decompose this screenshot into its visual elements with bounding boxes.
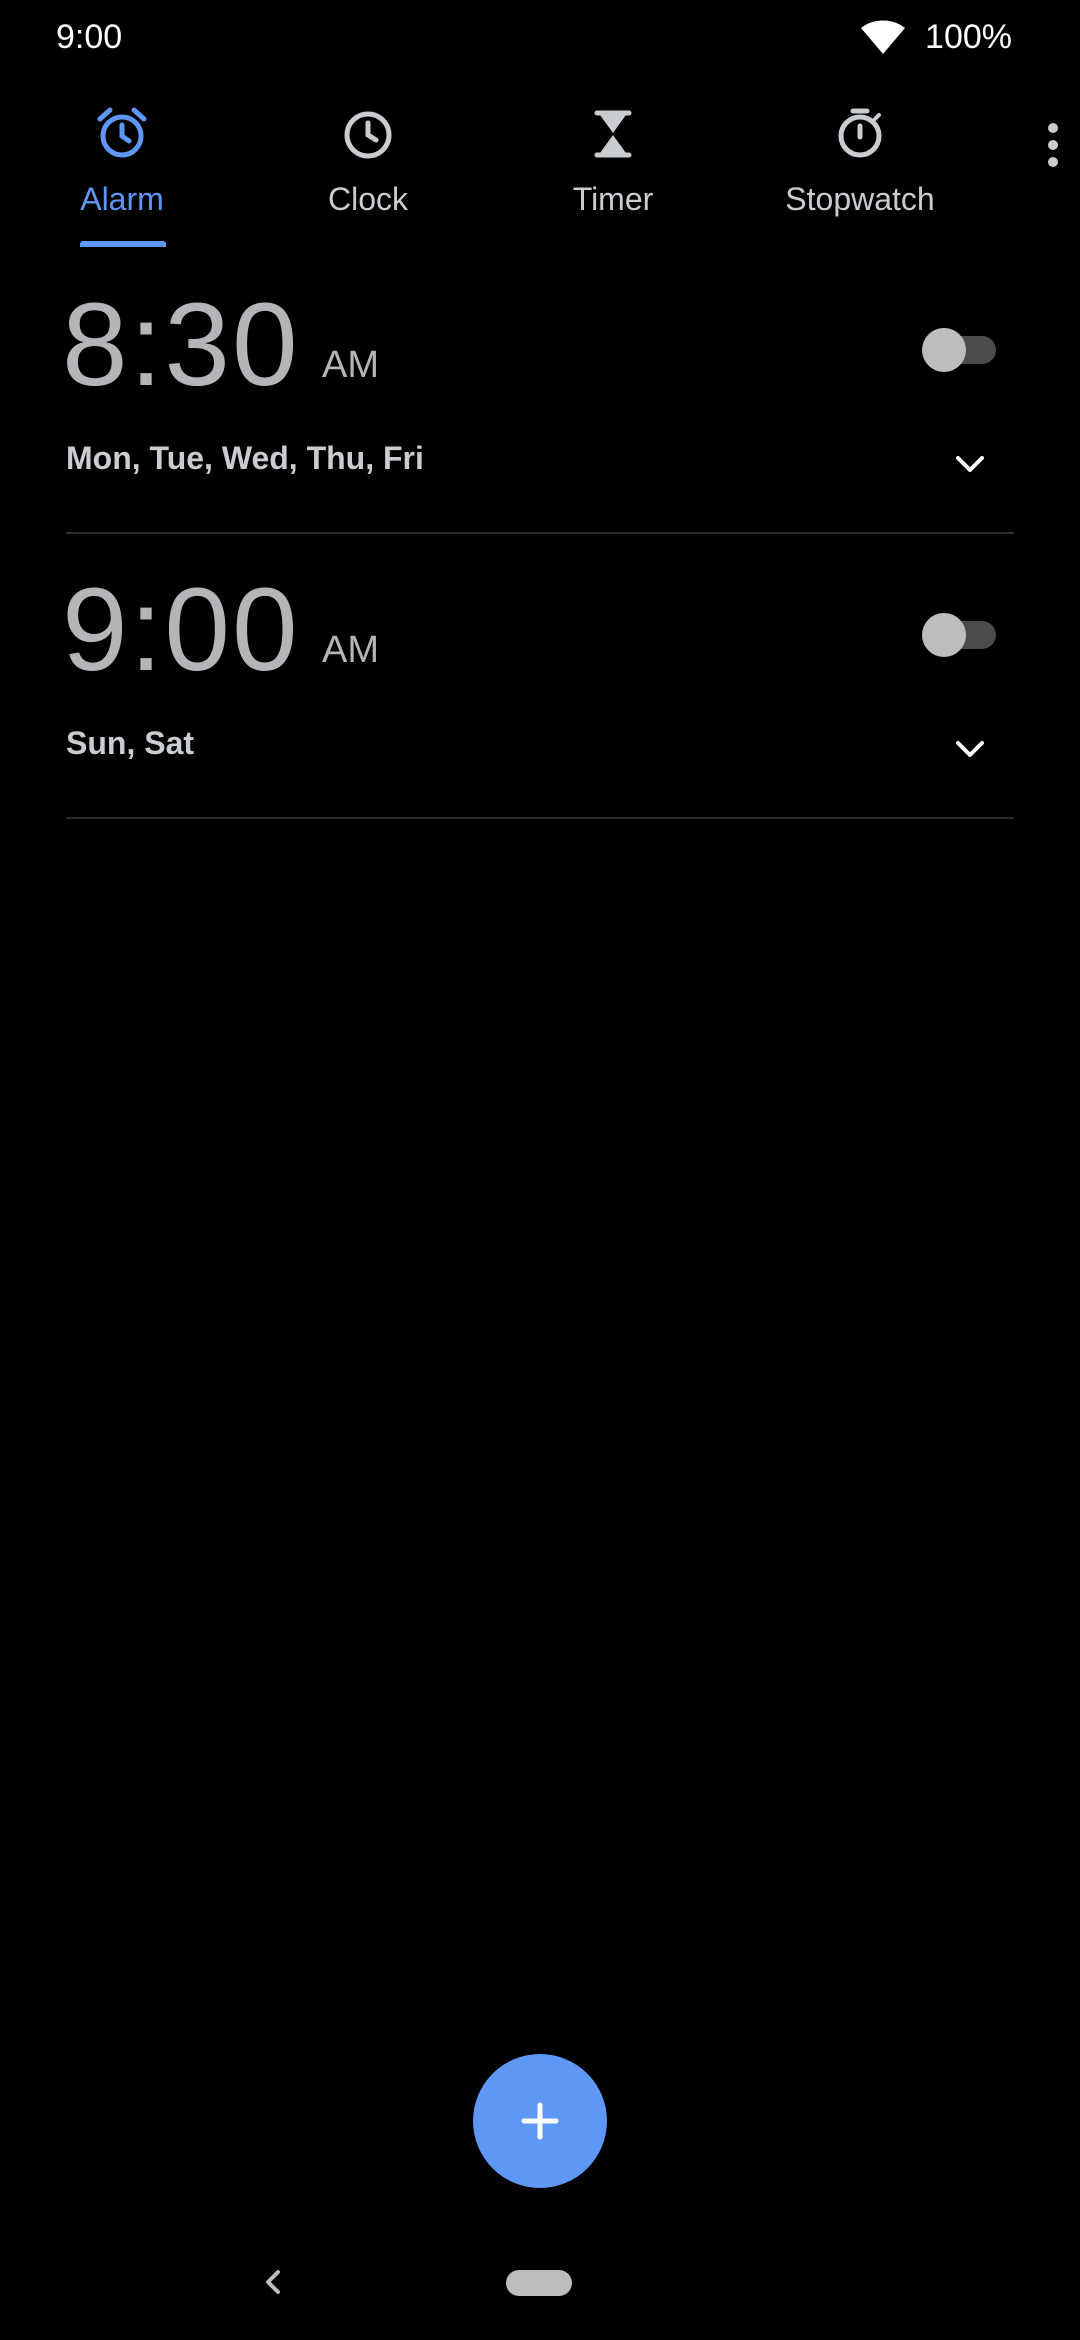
alarm-item[interactable]: 9:00 AM Sun, Sat bbox=[62, 565, 1014, 819]
alarm-icon bbox=[94, 105, 150, 161]
alarm-ampm: AM bbox=[322, 629, 379, 671]
clock-icon bbox=[340, 105, 396, 161]
alarm-days-row: Mon, Tue, Wed, Thu, Fri bbox=[66, 420, 1014, 510]
alarm-days: Mon, Tue, Wed, Thu, Fri bbox=[66, 440, 424, 476]
toggle-thumb bbox=[922, 613, 966, 657]
hourglass-icon bbox=[585, 105, 641, 161]
tab-clock-label: Clock bbox=[327, 181, 408, 217]
divider bbox=[66, 817, 1014, 819]
alarm-toggle[interactable] bbox=[922, 328, 996, 372]
add-icon bbox=[518, 2099, 562, 2143]
tab-timer-label: Timer bbox=[572, 181, 654, 217]
more-vert-icon[interactable] bbox=[1038, 120, 1068, 170]
chevron-down-icon[interactable] bbox=[950, 444, 990, 484]
battery-percentage: 100% bbox=[925, 18, 1012, 56]
alarm-time-row: 8:30 AM bbox=[62, 280, 1014, 410]
status-time: 9:00 bbox=[56, 18, 123, 56]
alarm-days-row: Sun, Sat bbox=[66, 705, 1014, 795]
divider bbox=[66, 532, 1014, 534]
chevron-down-icon[interactable] bbox=[950, 729, 990, 769]
home-pill[interactable] bbox=[506, 2270, 572, 2296]
add-alarm-button[interactable] bbox=[473, 2054, 607, 2188]
status-icons: 100% bbox=[859, 18, 1012, 57]
tab-clock[interactable]: Clock bbox=[308, 95, 428, 255]
tab-timer[interactable]: Timer bbox=[553, 95, 673, 255]
tab-alarm[interactable]: Alarm bbox=[62, 95, 182, 255]
active-tab-indicator bbox=[80, 241, 166, 247]
tab-alarm-label: Alarm bbox=[80, 181, 164, 217]
tab-bar: Alarm Clock Timer Stopwatch bbox=[0, 95, 1080, 255]
alarm-days: Sun, Sat bbox=[66, 725, 195, 761]
alarm-toggle[interactable] bbox=[922, 613, 996, 657]
alarm-time[interactable]: 8:30 bbox=[62, 280, 300, 410]
wifi-icon bbox=[859, 20, 907, 56]
stopwatch-icon bbox=[832, 105, 888, 161]
alarm-item[interactable]: 8:30 AM Mon, Tue, Wed, Thu, Fri bbox=[62, 280, 1014, 534]
back-icon[interactable] bbox=[258, 2262, 288, 2302]
tab-stopwatch[interactable]: Stopwatch bbox=[760, 95, 960, 255]
alarm-ampm: AM bbox=[322, 344, 379, 386]
alarm-time[interactable]: 9:00 bbox=[62, 565, 300, 695]
status-bar: 9:00 100% bbox=[0, 0, 1080, 80]
alarm-time-row: 9:00 AM bbox=[62, 565, 1014, 695]
tab-stopwatch-label: Stopwatch bbox=[785, 181, 935, 217]
toggle-thumb bbox=[922, 328, 966, 372]
